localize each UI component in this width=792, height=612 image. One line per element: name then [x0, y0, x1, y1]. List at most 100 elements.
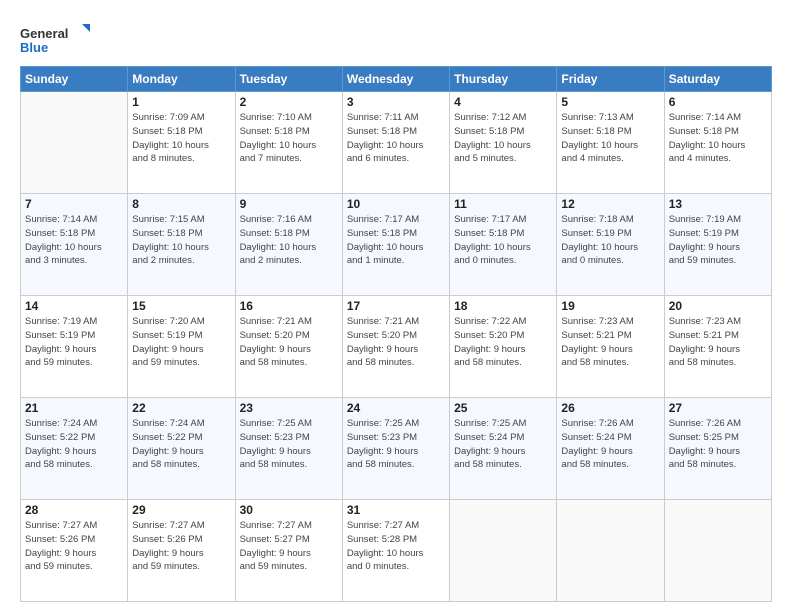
day-info: Sunrise: 7:14 AM Sunset: 5:18 PM Dayligh…: [669, 111, 767, 166]
day-header-monday: Monday: [128, 67, 235, 92]
day-info: Sunrise: 7:10 AM Sunset: 5:18 PM Dayligh…: [240, 111, 338, 166]
calendar-cell: 5 Sunrise: 7:13 AM Sunset: 5:18 PM Daylig…: [557, 92, 664, 194]
day-header-wednesday: Wednesday: [342, 67, 449, 92]
day-info: Sunrise: 7:16 AM Sunset: 5:18 PM Dayligh…: [240, 213, 338, 268]
calendar-cell: 20 Sunrise: 7:23 AM Sunset: 5:21 PM Dayli…: [664, 296, 771, 398]
day-info: Sunrise: 7:24 AM Sunset: 5:22 PM Dayligh…: [132, 417, 230, 472]
day-info: Sunrise: 7:21 AM Sunset: 5:20 PM Dayligh…: [347, 315, 445, 370]
day-number: 11: [454, 197, 552, 211]
day-info: Sunrise: 7:13 AM Sunset: 5:18 PM Dayligh…: [561, 111, 659, 166]
calendar-cell: 10 Sunrise: 7:17 AM Sunset: 5:18 PM Dayli…: [342, 194, 449, 296]
calendar-cell: 6 Sunrise: 7:14 AM Sunset: 5:18 PM Daylig…: [664, 92, 771, 194]
calendar-cell: 26 Sunrise: 7:26 AM Sunset: 5:24 PM Dayli…: [557, 398, 664, 500]
calendar-week-1: 1 Sunrise: 7:09 AM Sunset: 5:18 PM Daylig…: [21, 92, 772, 194]
day-number: 20: [669, 299, 767, 313]
day-number: 21: [25, 401, 123, 415]
day-number: 23: [240, 401, 338, 415]
svg-text:General: General: [20, 26, 68, 41]
calendar-cell: 9 Sunrise: 7:16 AM Sunset: 5:18 PM Daylig…: [235, 194, 342, 296]
calendar-cell: 7 Sunrise: 7:14 AM Sunset: 5:18 PM Daylig…: [21, 194, 128, 296]
day-info: Sunrise: 7:25 AM Sunset: 5:23 PM Dayligh…: [347, 417, 445, 472]
day-number: 9: [240, 197, 338, 211]
day-info: Sunrise: 7:27 AM Sunset: 5:28 PM Dayligh…: [347, 519, 445, 574]
calendar-cell: 31 Sunrise: 7:27 AM Sunset: 5:28 PM Dayli…: [342, 500, 449, 602]
calendar-cell: [557, 500, 664, 602]
day-info: Sunrise: 7:20 AM Sunset: 5:19 PM Dayligh…: [132, 315, 230, 370]
day-info: Sunrise: 7:27 AM Sunset: 5:26 PM Dayligh…: [25, 519, 123, 574]
day-header-tuesday: Tuesday: [235, 67, 342, 92]
day-info: Sunrise: 7:26 AM Sunset: 5:24 PM Dayligh…: [561, 417, 659, 472]
calendar-week-5: 28 Sunrise: 7:27 AM Sunset: 5:26 PM Dayli…: [21, 500, 772, 602]
day-number: 30: [240, 503, 338, 517]
day-number: 17: [347, 299, 445, 313]
day-number: 24: [347, 401, 445, 415]
day-info: Sunrise: 7:19 AM Sunset: 5:19 PM Dayligh…: [669, 213, 767, 268]
calendar-cell: 2 Sunrise: 7:10 AM Sunset: 5:18 PM Daylig…: [235, 92, 342, 194]
page: General Blue SundayMondayTuesdayWednesda…: [0, 0, 792, 612]
day-number: 3: [347, 95, 445, 109]
day-info: Sunrise: 7:17 AM Sunset: 5:18 PM Dayligh…: [347, 213, 445, 268]
calendar-cell: 21 Sunrise: 7:24 AM Sunset: 5:22 PM Dayli…: [21, 398, 128, 500]
day-header-friday: Friday: [557, 67, 664, 92]
day-number: 14: [25, 299, 123, 313]
calendar-cell: 4Sunrise: 7:12 AM Sunset: 5:18 PM Daylig…: [450, 92, 557, 194]
day-number: 19: [561, 299, 659, 313]
calendar-cell: 15 Sunrise: 7:20 AM Sunset: 5:19 PM Dayli…: [128, 296, 235, 398]
day-number: 13: [669, 197, 767, 211]
calendar-cell: 22Sunrise: 7:24 AM Sunset: 5:22 PM Dayli…: [128, 398, 235, 500]
day-number: 15: [132, 299, 230, 313]
calendar-cell: 8 Sunrise: 7:15 AM Sunset: 5:18 PM Daylig…: [128, 194, 235, 296]
day-number: 26: [561, 401, 659, 415]
calendar-cell: 23 Sunrise: 7:25 AM Sunset: 5:23 PM Dayli…: [235, 398, 342, 500]
day-info: Sunrise: 7:15 AM Sunset: 5:18 PM Dayligh…: [132, 213, 230, 268]
calendar-cell: 1 Sunrise: 7:09 AM Sunset: 5:18 PM Daylig…: [128, 92, 235, 194]
calendar-week-4: 21 Sunrise: 7:24 AM Sunset: 5:22 PM Dayli…: [21, 398, 772, 500]
calendar-cell: 3Sunrise: 7:11 AM Sunset: 5:18 PM Daylig…: [342, 92, 449, 194]
calendar-cell: [21, 92, 128, 194]
calendar-cell: 25Sunrise: 7:25 AM Sunset: 5:24 PM Dayli…: [450, 398, 557, 500]
calendar-cell: [664, 500, 771, 602]
day-number: 5: [561, 95, 659, 109]
calendar-cell: 11 Sunrise: 7:17 AM Sunset: 5:18 PM Dayli…: [450, 194, 557, 296]
day-number: 2: [240, 95, 338, 109]
calendar-table: SundayMondayTuesdayWednesdayThursdayFrid…: [20, 66, 772, 602]
day-number: 31: [347, 503, 445, 517]
calendar-cell: 24 Sunrise: 7:25 AM Sunset: 5:23 PM Dayli…: [342, 398, 449, 500]
day-number: 10: [347, 197, 445, 211]
calendar-cell: 30Sunrise: 7:27 AM Sunset: 5:27 PM Dayli…: [235, 500, 342, 602]
logo-svg: General Blue: [20, 22, 90, 58]
day-header-thursday: Thursday: [450, 67, 557, 92]
day-number: 16: [240, 299, 338, 313]
header: General Blue: [20, 18, 772, 58]
calendar-cell: 14Sunrise: 7:19 AM Sunset: 5:19 PM Dayli…: [21, 296, 128, 398]
calendar-cell: 18Sunrise: 7:22 AM Sunset: 5:20 PM Dayli…: [450, 296, 557, 398]
day-info: Sunrise: 7:18 AM Sunset: 5:19 PM Dayligh…: [561, 213, 659, 268]
day-info: Sunrise: 7:14 AM Sunset: 5:18 PM Dayligh…: [25, 213, 123, 268]
day-info: Sunrise: 7:25 AM Sunset: 5:23 PM Dayligh…: [240, 417, 338, 472]
day-info: Sunrise: 7:23 AM Sunset: 5:21 PM Dayligh…: [669, 315, 767, 370]
calendar-cell: 16 Sunrise: 7:21 AM Sunset: 5:20 PM Dayli…: [235, 296, 342, 398]
day-number: 4: [454, 95, 552, 109]
svg-text:Blue: Blue: [20, 40, 48, 55]
day-info: Sunrise: 7:22 AM Sunset: 5:20 PM Dayligh…: [454, 315, 552, 370]
day-info: Sunrise: 7:21 AM Sunset: 5:20 PM Dayligh…: [240, 315, 338, 370]
day-info: Sunrise: 7:17 AM Sunset: 5:18 PM Dayligh…: [454, 213, 552, 268]
day-number: 7: [25, 197, 123, 211]
day-number: 1: [132, 95, 230, 109]
day-number: 29: [132, 503, 230, 517]
day-number: 6: [669, 95, 767, 109]
day-info: Sunrise: 7:27 AM Sunset: 5:26 PM Dayligh…: [132, 519, 230, 574]
day-header-sunday: Sunday: [21, 67, 128, 92]
day-header-saturday: Saturday: [664, 67, 771, 92]
day-info: Sunrise: 7:09 AM Sunset: 5:18 PM Dayligh…: [132, 111, 230, 166]
day-number: 28: [25, 503, 123, 517]
day-info: Sunrise: 7:23 AM Sunset: 5:21 PM Dayligh…: [561, 315, 659, 370]
calendar-header-row: SundayMondayTuesdayWednesdayThursdayFrid…: [21, 67, 772, 92]
day-number: 8: [132, 197, 230, 211]
calendar-cell: 13 Sunrise: 7:19 AM Sunset: 5:19 PM Dayli…: [664, 194, 771, 296]
day-number: 12: [561, 197, 659, 211]
calendar-week-3: 14Sunrise: 7:19 AM Sunset: 5:19 PM Dayli…: [21, 296, 772, 398]
logo: General Blue: [20, 22, 90, 58]
calendar-cell: 19 Sunrise: 7:23 AM Sunset: 5:21 PM Dayli…: [557, 296, 664, 398]
day-info: Sunrise: 7:24 AM Sunset: 5:22 PM Dayligh…: [25, 417, 123, 472]
